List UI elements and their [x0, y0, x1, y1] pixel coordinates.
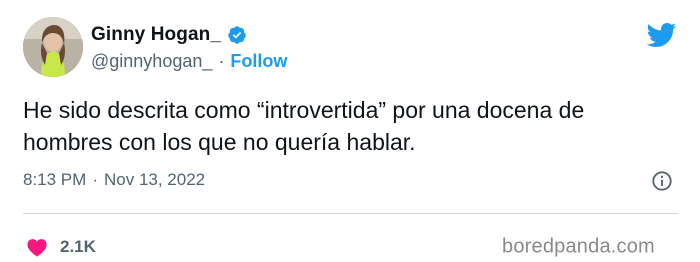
- tweet-text: He sido descrita como “introvertida” por…: [23, 97, 585, 155]
- separator-dot: ·: [218, 51, 225, 71]
- tweet-date: Nov 13, 2022: [103, 170, 206, 189]
- user-name-row: Ginny Hogan_: [91, 24, 247, 46]
- meta-separator: ·: [92, 170, 98, 189]
- user-handle-row: @ginnyhogan_ · Follow: [91, 51, 287, 72]
- watermark: boredpanda.com: [502, 235, 655, 258]
- info-icon[interactable]: [651, 170, 673, 192]
- verified-badge-icon: [227, 25, 247, 45]
- twitter-bird-icon[interactable]: [645, 22, 677, 48]
- display-name[interactable]: Ginny Hogan_: [91, 24, 221, 46]
- tweet-timestamp[interactable]: 8:13 PM · Nov 13, 2022: [23, 170, 205, 190]
- like-button[interactable]: 2.1K: [26, 237, 96, 257]
- avatar[interactable]: [23, 17, 83, 77]
- tweet-card: Ginny Hogan_ @ginnyhogan_ · Follow He si…: [0, 0, 700, 258]
- follow-button[interactable]: Follow: [230, 51, 287, 72]
- tweet-time: 8:13 PM: [23, 170, 87, 189]
- like-count: 2.1K: [60, 237, 96, 256]
- user-handle[interactable]: @ginnyhogan_: [91, 51, 212, 72]
- heart-icon: [26, 237, 48, 257]
- divider: [23, 213, 678, 214]
- avatar-photo: [23, 17, 83, 77]
